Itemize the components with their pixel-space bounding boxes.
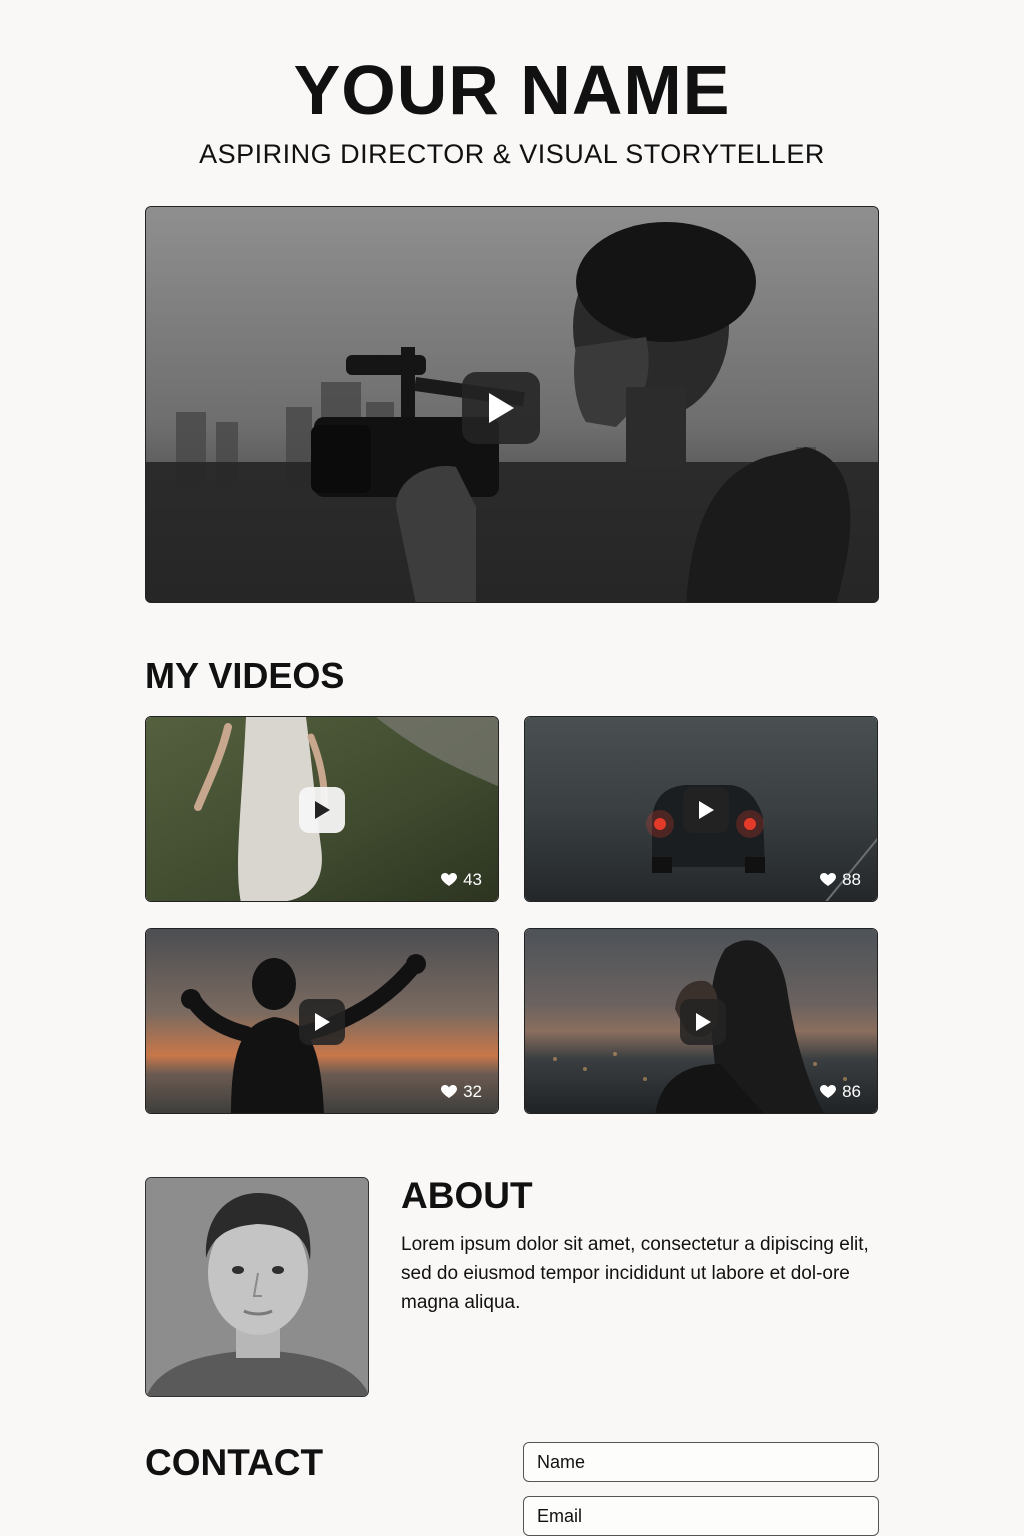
portfolio-page: YOUR NAME ASPIRING DIRECTOR & VISUAL STO…: [0, 0, 1024, 1536]
play-button[interactable]: [683, 787, 729, 833]
about-text: Lorem ipsum dolor sit amet, consectetur …: [401, 1234, 869, 1313]
profile-photo: [145, 1177, 369, 1397]
email-field[interactable]: [523, 1496, 879, 1536]
play-icon: [315, 801, 330, 819]
heart-icon: [441, 873, 458, 887]
likes-value: 32: [463, 1082, 482, 1101]
likes-count: 43: [441, 870, 482, 890]
likes-count: 32: [441, 1082, 482, 1102]
video-card[interactable]: 43: [145, 716, 499, 902]
play-button[interactable]: [299, 787, 345, 833]
likes-value: 86: [842, 1082, 861, 1101]
play-icon: [696, 1013, 711, 1031]
play-button[interactable]: [680, 999, 726, 1045]
video-card[interactable]: 88: [524, 716, 878, 902]
play-icon: [699, 801, 714, 819]
heart-icon: [820, 1085, 837, 1099]
likes-value: 88: [842, 870, 861, 889]
about-section-title: ABOUT: [401, 1175, 533, 1216]
likes-value: 43: [463, 870, 482, 889]
contact-section-title: CONTACT: [145, 1442, 324, 1483]
videos-section-title: MY VIDEOS: [145, 655, 345, 696]
video-card[interactable]: 86: [524, 928, 878, 1114]
play-icon: [315, 1013, 330, 1031]
hero-video[interactable]: [145, 206, 879, 603]
name-field[interactable]: [523, 1442, 879, 1482]
site-subtitle: ASPIRING DIRECTOR & VISUAL STORYTELLER: [199, 139, 825, 169]
heart-icon: [441, 1085, 458, 1099]
heart-icon: [820, 873, 837, 887]
site-title: YOUR NAME: [293, 51, 731, 129]
likes-count: 88: [820, 870, 861, 890]
likes-count: 86: [820, 1082, 861, 1102]
play-button[interactable]: [299, 999, 345, 1045]
play-icon: [489, 393, 514, 423]
profile-portrait: [146, 1178, 368, 1396]
video-card[interactable]: 32: [145, 928, 499, 1114]
play-button[interactable]: [462, 372, 540, 444]
